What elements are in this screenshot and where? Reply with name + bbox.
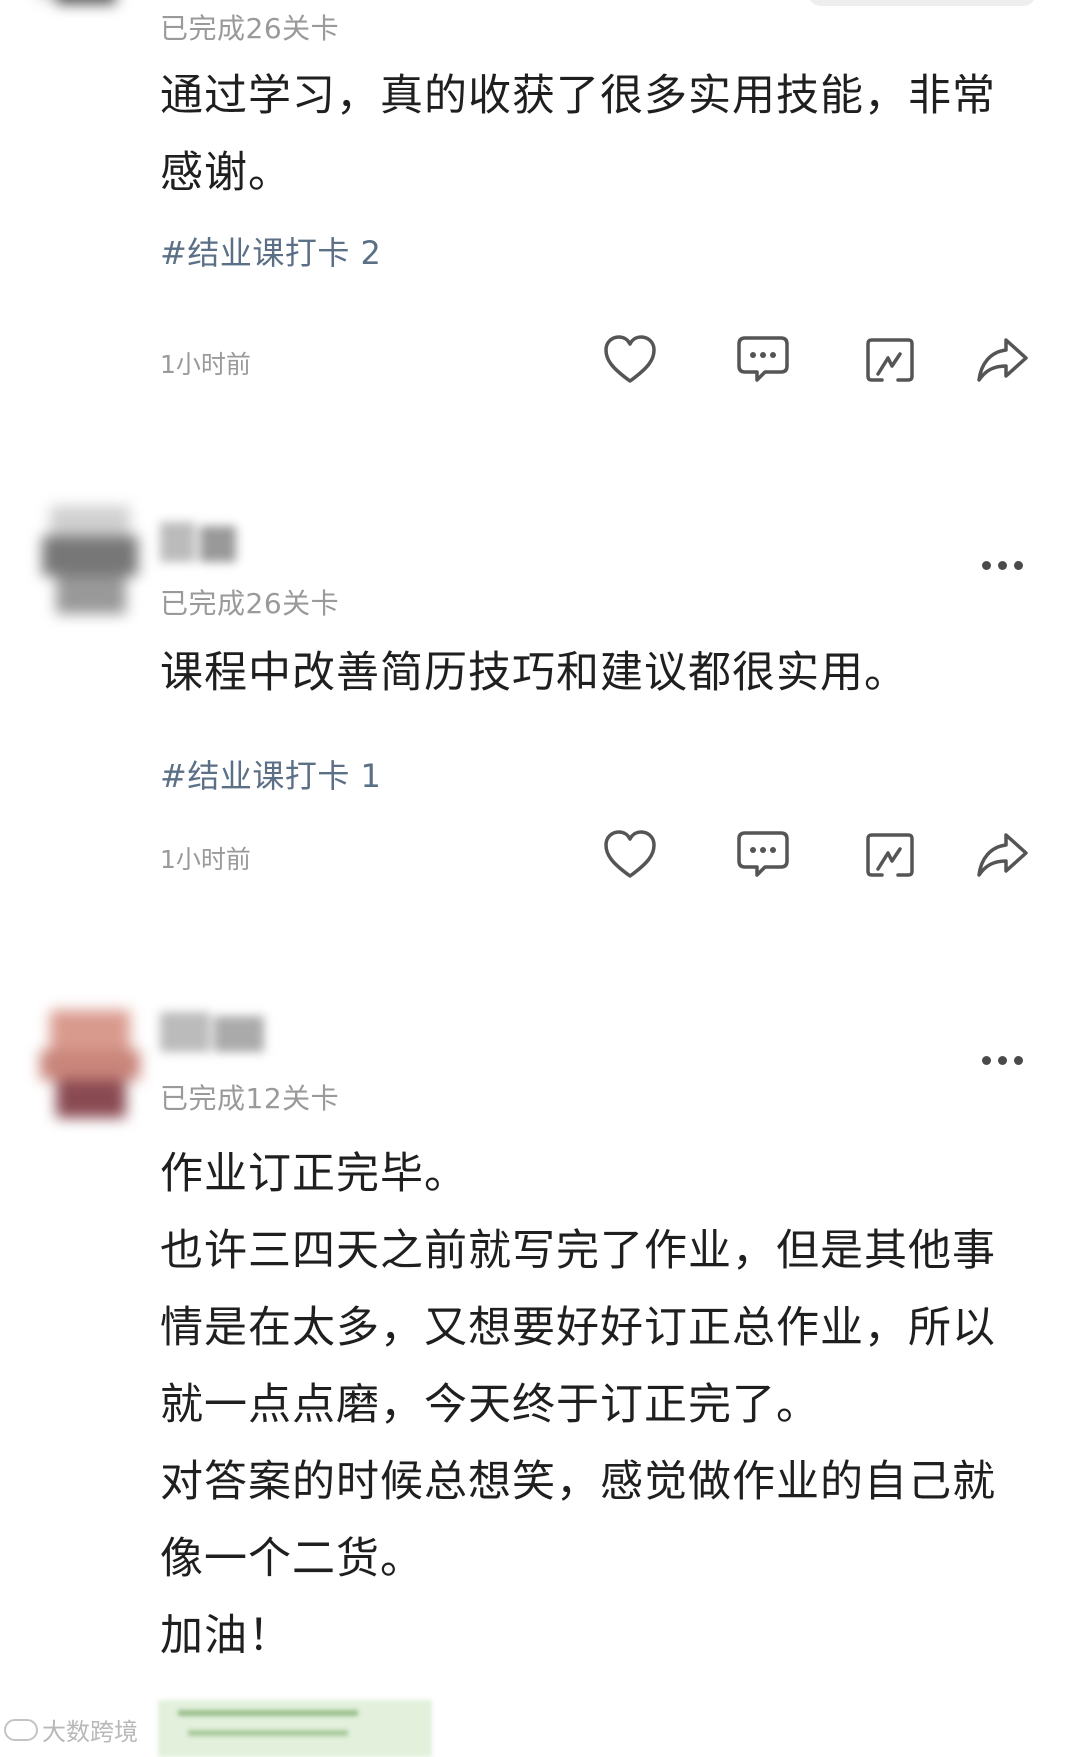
avatar[interactable] — [36, 1010, 144, 1118]
more-dot — [982, 1056, 991, 1065]
user-level-text: 已完成12关卡 — [160, 1082, 340, 1115]
user-level-text: 已完成26关卡 — [160, 12, 340, 45]
heart-outline-icon — [604, 830, 656, 878]
heart-outline-icon — [604, 335, 656, 383]
watermark-logo-icon — [4, 1718, 38, 1741]
comment-button[interactable] — [733, 330, 793, 390]
post-time: 1小时前 — [160, 350, 251, 379]
repost-button[interactable] — [860, 330, 920, 390]
more-options-button[interactable] — [982, 561, 1026, 571]
avatar[interactable] — [36, 0, 144, 46]
like-button[interactable] — [600, 825, 660, 885]
username[interactable] — [160, 1012, 270, 1054]
watermark: 大数跨境 — [4, 1712, 138, 1747]
share-arrow-icon — [977, 338, 1028, 382]
avatar[interactable] — [36, 506, 144, 614]
post-content: 课程中改善简历技巧和建议都很实用。 — [160, 648, 908, 698]
more-dot — [998, 561, 1007, 570]
watermark-text: 大数跨境 — [42, 1718, 138, 1746]
share-button[interactable] — [972, 330, 1032, 390]
post-actions — [600, 825, 1040, 885]
top-scroll-pill — [808, 0, 1036, 6]
share-button[interactable] — [972, 825, 1032, 885]
speech-bubble-dots-icon — [737, 336, 789, 382]
more-dot — [982, 561, 991, 570]
post-image-thumbnail[interactable] — [158, 1700, 432, 1757]
post-actions — [600, 330, 1040, 390]
quote-card-icon — [866, 833, 914, 877]
more-dot — [1014, 1056, 1023, 1065]
post-time: 1小时前 — [160, 845, 251, 874]
post-tag-link[interactable]: #结业课打卡 2 — [160, 228, 381, 274]
more-dot — [998, 1056, 1007, 1065]
repost-button[interactable] — [860, 825, 920, 885]
post-content: 作业订正完毕。 也许三四天之前就写完了作业，但是其他事 情是在太多，又想要好好订… — [160, 1149, 996, 1661]
comment-button[interactable] — [733, 825, 793, 885]
more-dot — [1014, 561, 1023, 570]
quote-card-icon — [866, 338, 914, 382]
username[interactable] — [160, 522, 240, 564]
more-options-button[interactable] — [982, 1056, 1026, 1066]
post-tag-link[interactable]: #结业课打卡 1 — [160, 751, 381, 797]
post-content: 通过学习，真的收获了很多实用技能，非常 感谢。 — [160, 71, 996, 198]
speech-bubble-dots-icon — [737, 831, 789, 877]
like-button[interactable] — [600, 330, 660, 390]
share-arrow-icon — [977, 833, 1028, 877]
user-level-text: 已完成26关卡 — [160, 587, 340, 620]
